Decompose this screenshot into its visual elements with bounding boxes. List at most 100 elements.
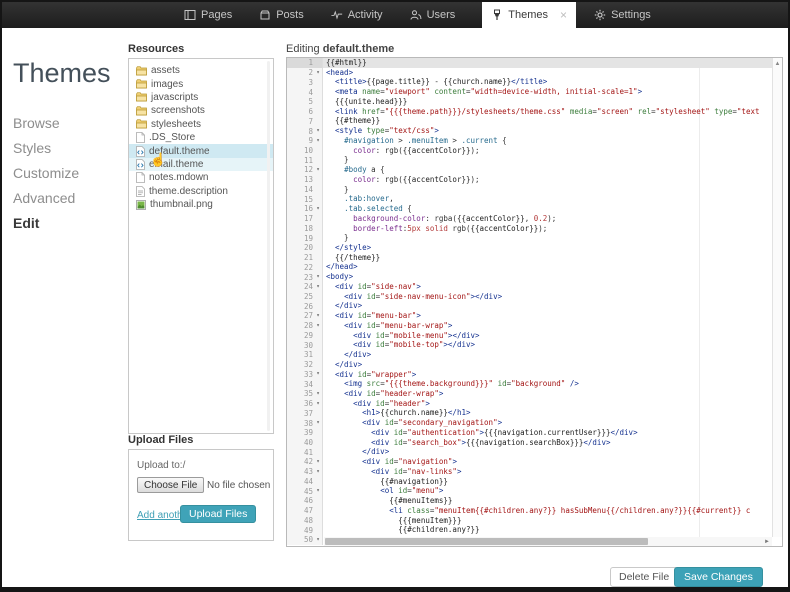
code-line[interactable]: 28▾ <div id="menu-bar-wrap">: [287, 321, 782, 331]
tab-themes[interactable]: Themes×: [482, 2, 576, 28]
code-line[interactable]: 5 {{{unite.head}}}: [287, 97, 782, 107]
fold-arrow-icon[interactable]: ▾: [314, 488, 322, 494]
fold-arrow-icon[interactable]: ▾: [314, 537, 322, 543]
fold-arrow-icon[interactable]: ▾: [314, 206, 322, 212]
code-line[interactable]: 30 <div id="mobile-top"></div>: [287, 340, 782, 350]
code-line[interactable]: 36▾ <div id="header">: [287, 399, 782, 409]
fold-arrow-icon[interactable]: ▾: [314, 391, 322, 397]
file-row-thumbnail.png[interactable]: thumbnail.png: [129, 198, 273, 211]
close-tab-icon[interactable]: ×: [560, 9, 567, 21]
code-line[interactable]: 33▾ <div id="wrapper">: [287, 370, 782, 380]
code-line[interactable]: 8▾ <style type="text/css">: [287, 126, 782, 136]
code-line[interactable]: 49 {{#children.any?}}: [287, 525, 782, 535]
code-line[interactable]: 21 {{/theme}}: [287, 253, 782, 263]
code-line[interactable]: 26 </div>: [287, 301, 782, 311]
vertical-scrollbar[interactable]: ▲: [772, 58, 782, 537]
line-number: 14: [304, 185, 313, 194]
code-line[interactable]: 44 {{#navigation}}: [287, 477, 782, 487]
code-line[interactable]: 22</head>: [287, 262, 782, 272]
code-line[interactable]: 2▾<head>: [287, 68, 782, 78]
file-row-javascripts[interactable]: javascripts: [129, 91, 273, 104]
code-line[interactable]: 41 </div>: [287, 447, 782, 457]
resources-scrollbar[interactable]: [267, 61, 270, 431]
fold-arrow-icon[interactable]: ▾: [314, 167, 322, 173]
fold-arrow-icon[interactable]: ▾: [314, 128, 322, 134]
fold-arrow-icon[interactable]: ▾: [314, 274, 322, 280]
code-line[interactable]: 23▾<body>: [287, 272, 782, 282]
file-row-theme.description[interactable]: theme.description: [129, 185, 273, 198]
sidebar-item-browse[interactable]: Browse: [13, 116, 79, 131]
code-line[interactable]: 15 .tab:hover,: [287, 194, 782, 204]
horizontal-scrollbar[interactable]: ►: [324, 537, 772, 546]
code-line[interactable]: 20 </style>: [287, 243, 782, 253]
horizontal-scrollbar-thumb[interactable]: [325, 538, 648, 545]
fold-arrow-icon[interactable]: ▾: [314, 323, 322, 329]
code-line[interactable]: 3 <title>{{page.title}} - {{church.name}…: [287, 77, 782, 87]
tab-users[interactable]: Users: [410, 2, 456, 28]
code-line[interactable]: 31 </div>: [287, 350, 782, 360]
delete-file-button[interactable]: Delete File: [610, 567, 678, 587]
sidebar-item-styles[interactable]: Styles: [13, 141, 79, 156]
code-line[interactable]: 43▾ <div id="nav-links">: [287, 467, 782, 477]
code-line[interactable]: 1{{#html}}: [287, 58, 782, 68]
choose-file-button[interactable]: Choose File: [137, 477, 204, 493]
code-line[interactable]: 45▾ <ol id="menu">: [287, 486, 782, 496]
code-line[interactable]: 40 <div id="search_box">{{{navigation.se…: [287, 438, 782, 448]
fold-arrow-icon[interactable]: ▾: [314, 138, 322, 144]
code-line[interactable]: 14 }: [287, 185, 782, 195]
code-line[interactable]: 27▾ <div id="menu-bar">: [287, 311, 782, 321]
sidebar-item-edit[interactable]: Edit: [13, 216, 79, 231]
code-line[interactable]: 12▾ #body a {: [287, 165, 782, 175]
code-line[interactable]: 42▾ <div id="navigation">: [287, 457, 782, 467]
code-line[interactable]: 48 {{{menuItem}}}: [287, 516, 782, 526]
tab-label: Settings: [611, 9, 651, 21]
code-line[interactable]: 46 {{#menuItems}}: [287, 496, 782, 506]
tab-pages[interactable]: Pages: [184, 2, 232, 28]
fold-arrow-icon[interactable]: ▾: [314, 284, 322, 290]
sidebar-item-customize[interactable]: Customize: [13, 166, 79, 181]
code-lines[interactable]: 1{{#html}}2▾<head>3 <title>{{page.title}…: [287, 58, 782, 545]
file-row-screenshots[interactable]: screenshots: [129, 104, 273, 117]
file-row-assets[interactable]: assets: [129, 64, 273, 77]
fold-arrow-icon[interactable]: ▾: [314, 401, 322, 407]
code-line[interactable]: 7 {{#theme}}: [287, 116, 782, 126]
fold-arrow-icon[interactable]: ▾: [314, 420, 322, 426]
tab-activity[interactable]: Activity: [331, 2, 383, 28]
code-line[interactable]: 11 }: [287, 155, 782, 165]
file-row-stylesheets[interactable]: stylesheets: [129, 118, 273, 131]
code-line[interactable]: 29 <div id="mobile-menu"></div>: [287, 331, 782, 341]
fold-arrow-icon[interactable]: ▾: [314, 313, 322, 319]
file-row-notes.mdown[interactable]: notes.mdown: [129, 171, 273, 184]
code-line[interactable]: 38▾ <div id="secondary_navigation">: [287, 418, 782, 428]
code-line[interactable]: 35▾ <div id="header-wrap">: [287, 389, 782, 399]
code-editor[interactable]: 1{{#html}}2▾<head>3 <title>{{page.title}…: [286, 57, 783, 547]
upload-files-button[interactable]: Upload Files: [180, 505, 256, 523]
code-line[interactable]: 13 color: rgb({{accentColor}});: [287, 175, 782, 185]
file-row-.DS_Store[interactable]: .DS_Store: [129, 131, 273, 144]
save-changes-button[interactable]: Save Changes: [674, 567, 763, 587]
code-line[interactable]: 37 <h1>{{church.name}}</h1>: [287, 408, 782, 418]
fold-arrow-icon[interactable]: ▾: [314, 371, 322, 377]
code-line[interactable]: 39 <div id="authentication">{{{navigatio…: [287, 428, 782, 438]
code-line[interactable]: 25 <div id="side-nav-menu-icon"></div>: [287, 292, 782, 302]
code-line[interactable]: 18 border-left:5px solid rgb({{accentCol…: [287, 223, 782, 233]
code-line[interactable]: 6 <link href="{{{theme.path}}}/styleshee…: [287, 107, 782, 117]
fold-arrow-icon[interactable]: ▾: [314, 469, 322, 475]
code-line[interactable]: 16▾ .tab.selected {: [287, 204, 782, 214]
scroll-right-arrow-icon[interactable]: ►: [764, 539, 770, 545]
code-line[interactable]: 47 <li class="menuItem{{#children.any?}}…: [287, 506, 782, 516]
file-row-images[interactable]: images: [129, 77, 273, 90]
tab-posts[interactable]: Posts: [259, 2, 304, 28]
code-line[interactable]: 10 color: rgb({{accentColor}});: [287, 146, 782, 156]
code-line[interactable]: 32 </div>: [287, 360, 782, 370]
code-line[interactable]: 4 <meta name="viewport" content="width=d…: [287, 87, 782, 97]
fold-arrow-icon[interactable]: ▾: [314, 459, 322, 465]
code-line[interactable]: 17 background-color: rgba({{accentColor}…: [287, 214, 782, 224]
sidebar-item-advanced[interactable]: Advanced: [13, 191, 79, 206]
code-line[interactable]: 19 }: [287, 233, 782, 243]
code-line[interactable]: 24▾ <div id="side-nav">: [287, 282, 782, 292]
code-line[interactable]: 34 <img src="{{{theme.background}}}" id=…: [287, 379, 782, 389]
fold-arrow-icon[interactable]: ▾: [314, 70, 322, 76]
tab-settings[interactable]: Settings: [594, 2, 651, 28]
code-line[interactable]: 9▾ #navigation > .menuItem > .current {: [287, 136, 782, 146]
